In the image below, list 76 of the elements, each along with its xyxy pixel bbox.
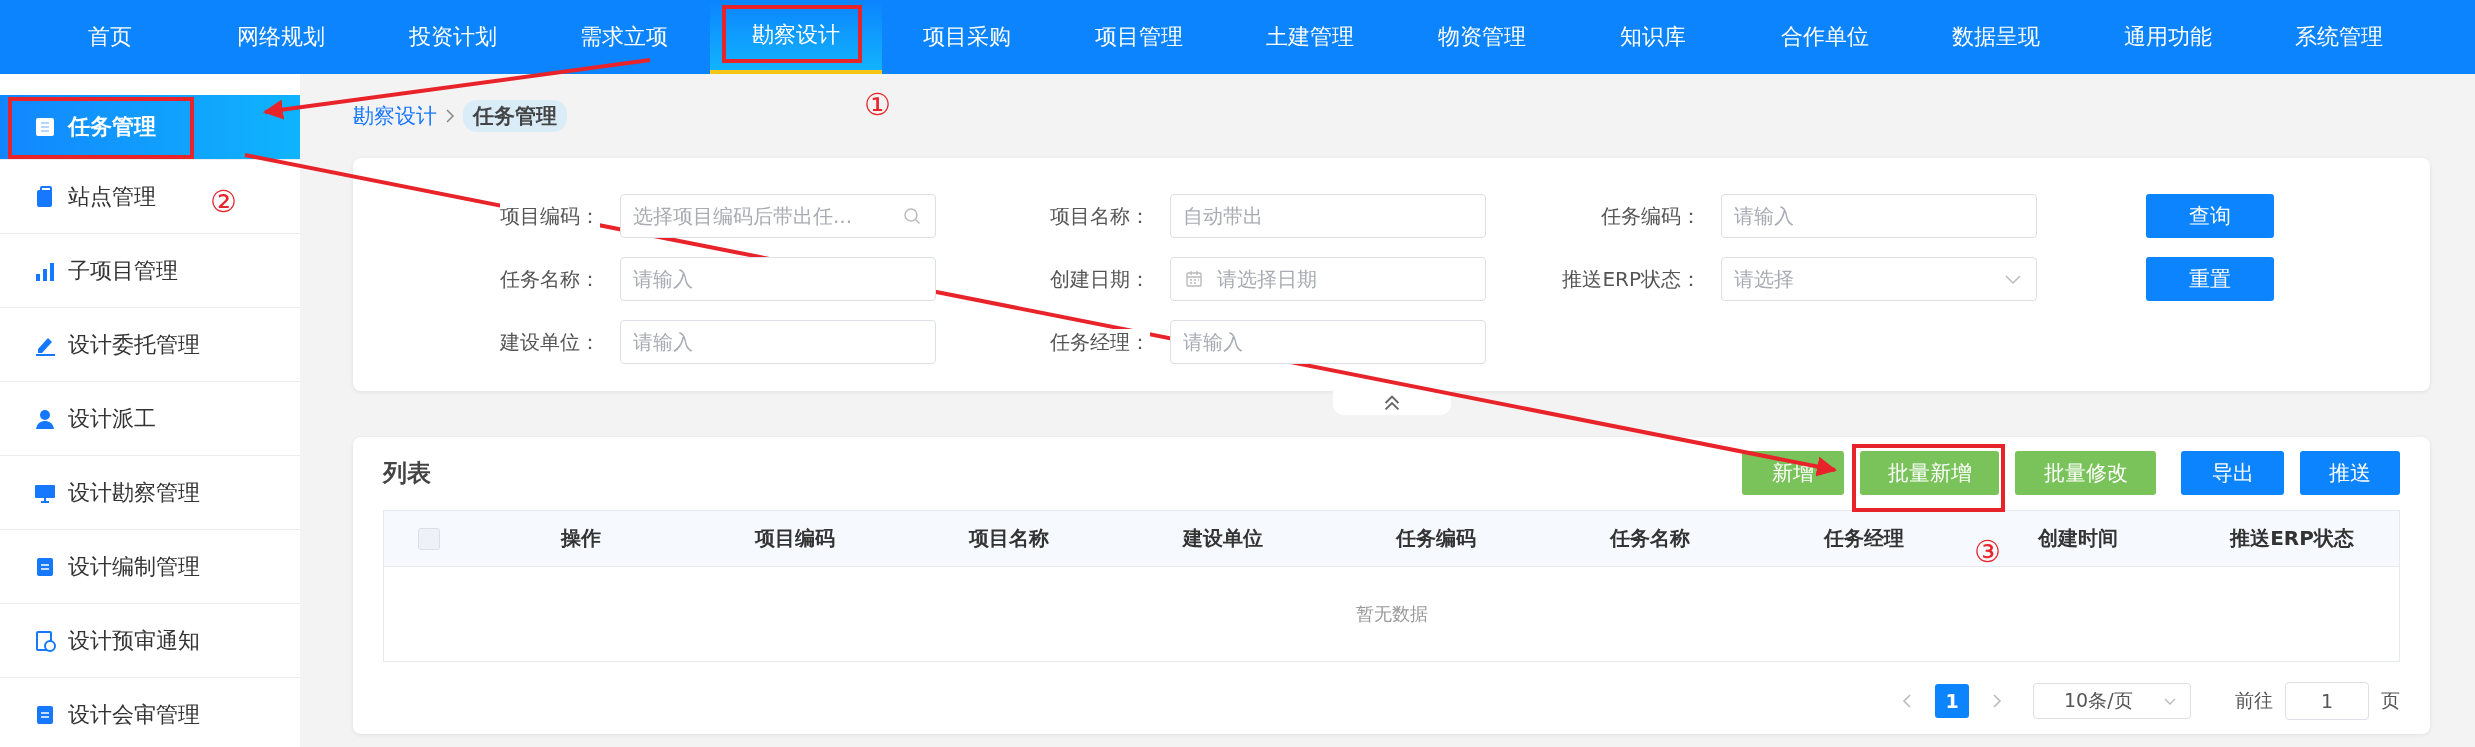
list-icon [34,116,56,138]
column-header: 创建时间 [2038,526,2119,550]
input-field[interactable]: 请输入 [620,257,936,301]
sidebar-item[interactable]: 设计会审管理 [0,678,300,747]
sidebar-item-label: 站点管理 [68,182,156,211]
sidebar-item[interactable]: 设计派工 [0,382,300,456]
chevron-right-icon [445,108,455,124]
nav-tab[interactable]: 投资计划 [367,0,539,74]
goto-label: 前往 [2235,688,2273,713]
toolbar-button[interactable]: 导出 [2181,451,2284,495]
page-unit: 页 [2381,688,2400,713]
sidebar-item[interactable]: 设计勘察管理 [0,456,300,530]
column-header: 任务名称 [1610,526,1691,550]
input-field[interactable]: 请输入 [1170,320,1486,364]
column-header: 推送ERP状态 [2230,526,2354,550]
nav-tab[interactable]: 土建管理 [1224,0,1396,74]
sidebar-item-label: 设计派工 [68,404,156,433]
nav-tab[interactable]: 项目采购 [881,0,1053,74]
column-header: 任务编码 [1396,526,1477,550]
column-header: 项目编码 [754,526,835,550]
nav-tab[interactable]: 项目管理 [1053,0,1225,74]
sidebar-item-label: 设计会审管理 [68,700,200,729]
calendar-icon [1185,270,1203,288]
toolbar-button[interactable]: 批量新增 [1860,451,1999,495]
nav-tab[interactable]: 物资管理 [1396,0,1568,74]
nav-tab[interactable]: 数据呈现 [1910,0,2082,74]
nav-tab[interactable]: 需求立项 [538,0,710,74]
user-icon [34,407,56,430]
sidebar-item-label: 设计勘察管理 [68,478,200,507]
column-header: 操作 [560,526,601,550]
nav-tab[interactable]: 系统管理 [2253,0,2425,74]
nav-tab[interactable]: 合作单位 [1739,0,1911,74]
double-chevron-up-icon [1382,394,1401,412]
sidebar-item-label: 设计预审通知 [68,626,200,655]
document-icon [34,555,56,578]
page-size-select[interactable]: 10条/页 [2033,683,2191,719]
sidebar-item[interactable]: 设计委托管理 [0,308,300,382]
column-header: 项目名称 [968,526,1049,550]
callout-number: ② [210,187,237,217]
nav-tab[interactable]: 知识库 [1567,0,1739,74]
nav-tab[interactable]: 网络规划 [195,0,367,74]
sidebar-item-label: 任务管理 [68,113,156,141]
callout-number: ③ [1974,537,2001,567]
nav-tab[interactable]: 首页 [24,0,196,74]
sidebar-item[interactable]: 设计预审通知 [0,604,300,678]
sidebar-item[interactable]: 设计编制管理 [0,530,300,604]
collapse-toggle[interactable] [1332,391,1451,415]
column-header: 任务经理 [1824,526,1905,550]
select-field[interactable]: 请选择 [1721,257,2037,301]
document-alert-icon [34,629,56,652]
sidebar-item[interactable]: 子项目管理 [0,234,300,308]
search-icon [902,206,922,226]
input-field[interactable]: 请输入 [620,320,936,364]
toolbar-button[interactable]: 批量修改 [2015,451,2156,495]
filter-button[interactable]: 查询 [2146,194,2274,238]
page-input[interactable]: 1 [2285,682,2369,720]
input-field[interactable]: 选择项目编码后带出任... [620,194,936,238]
sidebar-item-label: 子项目管理 [68,256,178,285]
filter-button[interactable]: 重置 [2146,257,2274,301]
input-field[interactable]: 请输入 [1721,194,2037,238]
column-header: 建设单位 [1182,526,1263,550]
date-field[interactable]: 请选择日期 [1170,257,1486,301]
breadcrumb-link[interactable]: 勘察设计 [353,102,437,130]
select-all-checkbox[interactable] [418,527,440,550]
breadcrumb-current: 任务管理 [463,100,567,132]
input-field[interactable]: 自动带出 [1170,194,1486,238]
field-label: 项目编码： [500,202,600,230]
callout-number: ① [864,90,891,120]
sidebar-item-label: 设计编制管理 [68,552,200,581]
list-title: 列表 [383,458,431,489]
page-number[interactable]: 1 [1935,684,1969,718]
empty-message: 暂无数据 [1355,602,1428,626]
sidebar-item-label: 设计委托管理 [68,330,200,359]
document-icon [34,703,56,726]
toolbar-button[interactable]: 推送 [2300,451,2400,495]
nav-tab[interactable]: 通用功能 [2082,0,2254,74]
